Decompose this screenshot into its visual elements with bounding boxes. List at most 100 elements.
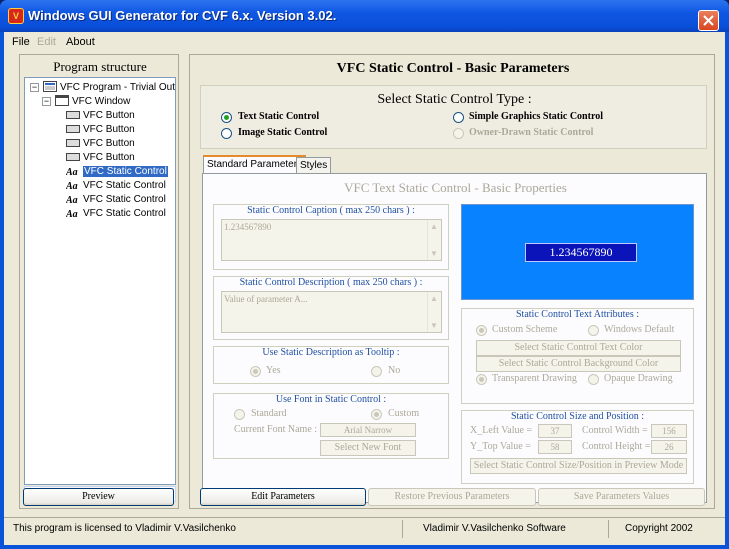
description-textarea: Value of parameter A... ▲ ▼ <box>221 291 442 333</box>
title-bar[interactable]: V Windows GUI Generator for CVF 6.x. Ver… <box>0 0 729 32</box>
caption-value: 1.234567890 <box>224 222 272 232</box>
status-copyright: Copyright 2002 <box>625 523 693 534</box>
width-label: Control Width = <box>582 425 648 436</box>
close-button[interactable] <box>698 10 719 31</box>
radio-tooltip-yes <box>250 366 261 377</box>
edit-parameters-button[interactable]: Edit Parameters <box>200 488 366 506</box>
radio-owner-drawn <box>453 128 464 139</box>
radio-image-static[interactable] <box>221 128 232 139</box>
app-window: V Windows GUI Generator for CVF 6.x. Ver… <box>0 0 729 549</box>
caption-group: Static Control Caption ( max 250 chars )… <box>213 204 449 270</box>
radio-label: Text Static Control <box>238 111 320 122</box>
status-bar: This program is licensed to Vladimir V.V… <box>4 517 725 539</box>
tree-item-static-control[interactable]: Aa VFC Static Control <box>65 165 168 179</box>
app-icon: V <box>8 8 24 24</box>
status-vendor: Vladimir V.Vasilchenko Software <box>423 523 566 534</box>
save-parameters-button: Save Parameters Values <box>538 488 705 506</box>
description-value: Value of parameter A... <box>224 294 308 304</box>
radio-label: Custom <box>388 408 420 419</box>
tree-label: VFC Static Control <box>83 180 166 191</box>
svg-text:Aa: Aa <box>66 181 78 190</box>
svg-text:Aa: Aa <box>66 167 78 176</box>
tree-label: VFC Window <box>72 96 131 107</box>
tree-item-button[interactable]: VFC Button <box>66 151 135 165</box>
basic-parameters-panel: VFC Static Control - Basic Parameters Se… <box>189 54 715 509</box>
radio-font-standard <box>234 409 245 420</box>
tree-item-static-control[interactable]: Aa VFC Static Control <box>65 179 166 193</box>
radio-label: Transparent Drawing <box>492 373 577 384</box>
tree-item-window[interactable]: VFC Window <box>55 95 130 109</box>
description-scrollbar: ▲ ▼ <box>427 292 441 332</box>
tree-label: VFC Static Control <box>83 166 168 177</box>
tree-item-button[interactable]: VFC Button <box>66 123 135 137</box>
tree-item-program[interactable]: VFC Program - Trivial Output <box>43 81 176 95</box>
window-title: Windows GUI Generator for CVF 6.x. Versi… <box>28 8 337 23</box>
restore-parameters-button: Restore Previous Parameters <box>368 488 536 506</box>
width-field: 156 <box>651 424 687 438</box>
radio-font-custom <box>371 409 382 420</box>
collapse-toggle-program[interactable]: − <box>30 83 39 92</box>
y-top-field: 58 <box>538 440 572 454</box>
program-structure-title: Program structure <box>53 59 147 74</box>
radio-label: Image Static Control <box>238 127 328 138</box>
tree-label: VFC Button <box>83 152 135 163</box>
radio-opaque <box>588 374 599 385</box>
caption-title: Static Control Caption ( max 250 chars )… <box>247 205 415 216</box>
properties-title: VFC Text Static Control - Basic Properti… <box>344 180 567 195</box>
status-separator <box>608 520 609 538</box>
tree-item-button[interactable]: VFC Button <box>66 137 135 151</box>
menu-about[interactable]: About <box>66 36 95 48</box>
caption-textarea: 1.234567890 ▲ ▼ <box>221 219 442 261</box>
close-icon <box>703 15 714 26</box>
tree-label: VFC Button <box>83 110 135 121</box>
radio-label: Opaque Drawing <box>604 373 673 384</box>
height-field: 26 <box>651 440 687 454</box>
program-tree[interactable]: VFC Program - Trivial Output VFC Window … <box>24 77 176 485</box>
select-font-button: Select New Font <box>320 440 416 456</box>
tab-standard-parameters[interactable]: Standard Parameters <box>203 155 307 174</box>
collapse-toggle-window[interactable]: − <box>42 97 51 106</box>
radio-text-static[interactable] <box>221 112 232 123</box>
menu-edit: Edit <box>37 36 56 48</box>
menu-file[interactable]: File <box>12 36 30 48</box>
tree-label: VFC Button <box>83 124 135 135</box>
x-left-label: X_Left Value = <box>470 425 533 436</box>
tree-label: VFC Static Control <box>83 208 166 219</box>
static-text-icon: Aa <box>65 193 80 206</box>
radio-label: Yes <box>266 365 281 376</box>
y-top-label: Y_Top Value = <box>470 441 531 452</box>
radio-label: Standard <box>251 408 287 419</box>
button-icon <box>66 137 80 148</box>
static-text-icon: Aa <box>65 207 80 220</box>
tab-content: VFC Text Static Control - Basic Properti… <box>202 173 707 503</box>
status-license: This program is licensed to Vladimir V.V… <box>13 523 236 534</box>
radio-transparent <box>476 374 487 385</box>
control-type-title: Select Static Control Type : <box>377 92 532 107</box>
button-icon <box>66 123 80 134</box>
radio-windows-default <box>588 325 599 336</box>
tree-item-button[interactable]: VFC Button <box>66 109 135 123</box>
font-group: Use Font in Static Control : Standard Cu… <box>213 393 449 459</box>
preview-static-text: 1.234567890 <box>525 243 637 262</box>
radio-label: Simple Graphics Static Control <box>469 111 603 122</box>
radio-simple-graphics[interactable] <box>453 112 464 123</box>
program-icon <box>43 81 57 92</box>
tree-label: VFC Static Control <box>83 194 166 205</box>
size-position-preview-button: Select Static Control Size/Position in P… <box>470 458 687 474</box>
size-position-group: Static Control Size and Position : X_Lef… <box>461 410 694 484</box>
current-font-field: Arial Narrow <box>320 423 416 437</box>
radio-tooltip-no <box>371 366 382 377</box>
tree-item-static-control[interactable]: Aa VFC Static Control <box>65 207 166 221</box>
button-icon <box>66 109 80 120</box>
static-text-icon: Aa <box>65 165 80 178</box>
tree-item-static-control[interactable]: Aa VFC Static Control <box>65 193 166 207</box>
tab-styles[interactable]: Styles <box>296 157 332 174</box>
text-attributes-title: Static Control Text Attributes : <box>516 309 639 320</box>
text-attributes-group: Static Control Text Attributes : Custom … <box>461 308 694 404</box>
tree-label: VFC Program - Trivial Output <box>60 82 176 93</box>
preview-button[interactable]: Preview <box>23 488 174 506</box>
menu-bar: File Edit About <box>4 32 725 52</box>
description-group: Static Control Description ( max 250 cha… <box>213 276 449 340</box>
radio-label: No <box>388 365 401 376</box>
caption-scrollbar: ▲ ▼ <box>427 220 441 260</box>
